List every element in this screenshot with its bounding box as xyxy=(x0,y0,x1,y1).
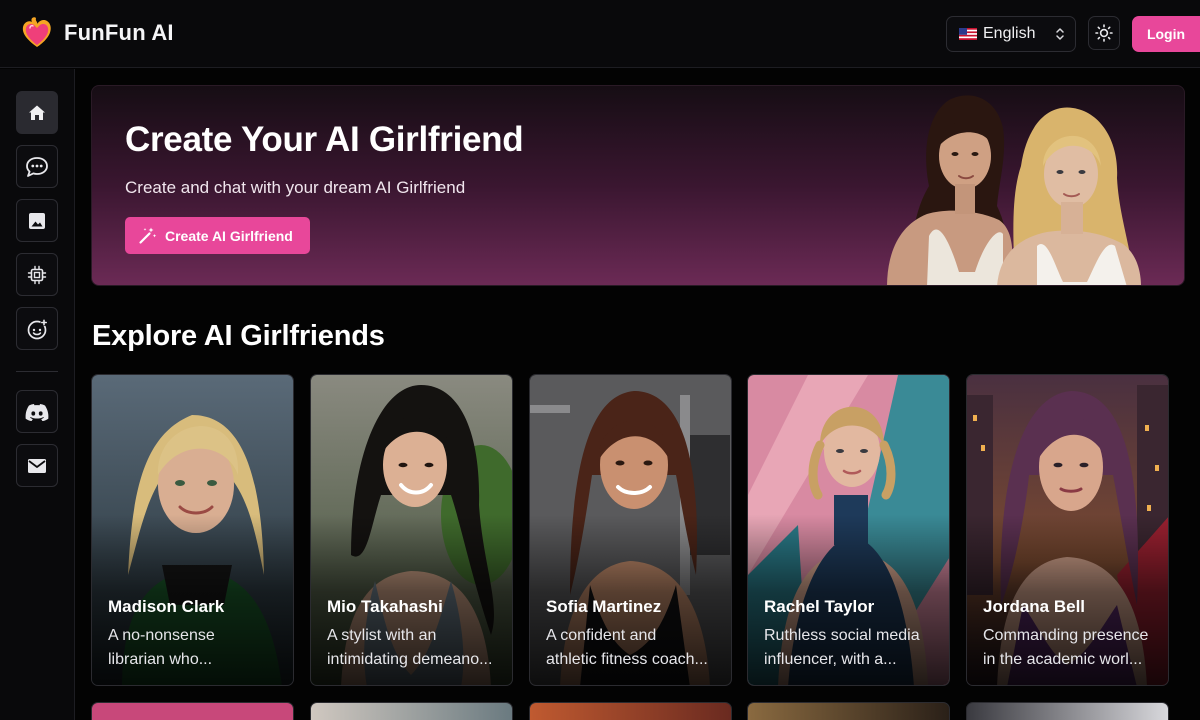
character-card-partial[interactable] xyxy=(310,702,513,720)
sidebar-item-home[interactable] xyxy=(16,91,58,134)
chat-icon xyxy=(26,156,48,177)
character-description-line: A confident and xyxy=(546,627,657,644)
character-card-partial[interactable] xyxy=(747,702,950,720)
hero-subtitle: Create and chat with your dream AI Girlf… xyxy=(125,178,466,197)
hero-title: Create Your AI Girlfriend xyxy=(125,120,524,159)
sidebar-item-mail[interactable] xyxy=(16,444,58,487)
character-card[interactable]: Jordana Bell Commanding presence in the … xyxy=(966,374,1169,686)
sidebar xyxy=(0,69,75,720)
magic-wand-icon xyxy=(139,227,157,244)
sidebar-item-gallery[interactable] xyxy=(16,199,58,242)
language-label: English xyxy=(983,25,1036,42)
character-description: Ruthless social media influencer, with a… xyxy=(764,624,942,672)
character-card-partial[interactable] xyxy=(91,702,294,720)
explore-section-title: Explore AI Girlfriends xyxy=(92,320,385,352)
us-flag-icon xyxy=(959,28,977,40)
chevron-up-down-icon xyxy=(1056,28,1064,40)
character-description-line: A no-nonsense xyxy=(108,627,215,644)
sidebar-divider xyxy=(16,371,58,372)
login-button[interactable]: Login xyxy=(1132,16,1200,52)
image-icon xyxy=(29,212,45,229)
character-description: A stylist with an intimidating demeano..… xyxy=(327,624,505,672)
face-plus-icon xyxy=(27,318,48,339)
brand-logo[interactable]: FunFun AI xyxy=(20,16,174,50)
character-name: Jordana Bell xyxy=(983,597,1086,616)
create-ai-girlfriend-button[interactable]: Create AI Girlfriend xyxy=(125,217,310,254)
character-description-line: in the academic worl... xyxy=(983,651,1143,668)
hero-portraits-image xyxy=(887,95,1141,285)
chip-icon xyxy=(27,265,47,284)
sidebar-item-create-character[interactable] xyxy=(16,307,58,350)
character-card[interactable]: Madison Clark A no-nonsense librarian wh… xyxy=(91,374,294,686)
sidebar-item-discord[interactable] xyxy=(16,390,58,433)
character-description-line: intimidating demeano... xyxy=(327,651,493,668)
home-icon xyxy=(29,105,45,120)
character-name: Madison Clark xyxy=(108,597,225,616)
character-description-line: Commanding presence xyxy=(983,627,1149,644)
top-bar: FunFun AI English Login xyxy=(0,0,1200,68)
heart-flame-logo-icon xyxy=(22,17,51,47)
sidebar-item-generate[interactable] xyxy=(16,253,58,296)
brand-name: FunFun AI xyxy=(64,20,174,45)
character-card-partial[interactable] xyxy=(529,702,732,720)
character-card[interactable]: Mio Takahashi A stylist with an intimida… xyxy=(310,374,513,686)
create-ai-girlfriend-label: Create AI Girlfriend xyxy=(165,227,293,244)
character-description: A confident and athletic fitness coach..… xyxy=(546,624,724,672)
hero-banner: Create Your AI Girlfriend Create and cha… xyxy=(91,85,1185,286)
character-description: A no-nonsense librarian who... xyxy=(108,624,286,672)
mail-icon xyxy=(28,458,46,473)
theme-toggle-button[interactable] xyxy=(1088,16,1120,50)
sun-icon xyxy=(1095,24,1113,42)
character-description-line: A stylist with an xyxy=(327,627,437,644)
sidebar-item-chat[interactable] xyxy=(16,145,58,188)
character-name: Rachel Taylor xyxy=(764,597,875,616)
language-select[interactable]: English xyxy=(946,16,1076,52)
character-card[interactable]: Rachel Taylor Ruthless social media infl… xyxy=(747,374,950,686)
character-description-line: athletic fitness coach... xyxy=(546,651,708,668)
character-name: Mio Takahashi xyxy=(327,597,443,616)
character-description-line: influencer, with a... xyxy=(764,651,897,668)
character-card-partial[interactable] xyxy=(966,702,1169,720)
character-name: Sofia Martinez xyxy=(546,597,662,616)
character-card[interactable]: Sofia Martinez A confident and athletic … xyxy=(529,374,732,686)
discord-icon xyxy=(25,403,49,421)
character-description-line: librarian who... xyxy=(108,651,213,668)
character-description-line: Ruthless social media xyxy=(764,627,920,644)
character-description: Commanding presence in the academic worl… xyxy=(983,624,1161,672)
